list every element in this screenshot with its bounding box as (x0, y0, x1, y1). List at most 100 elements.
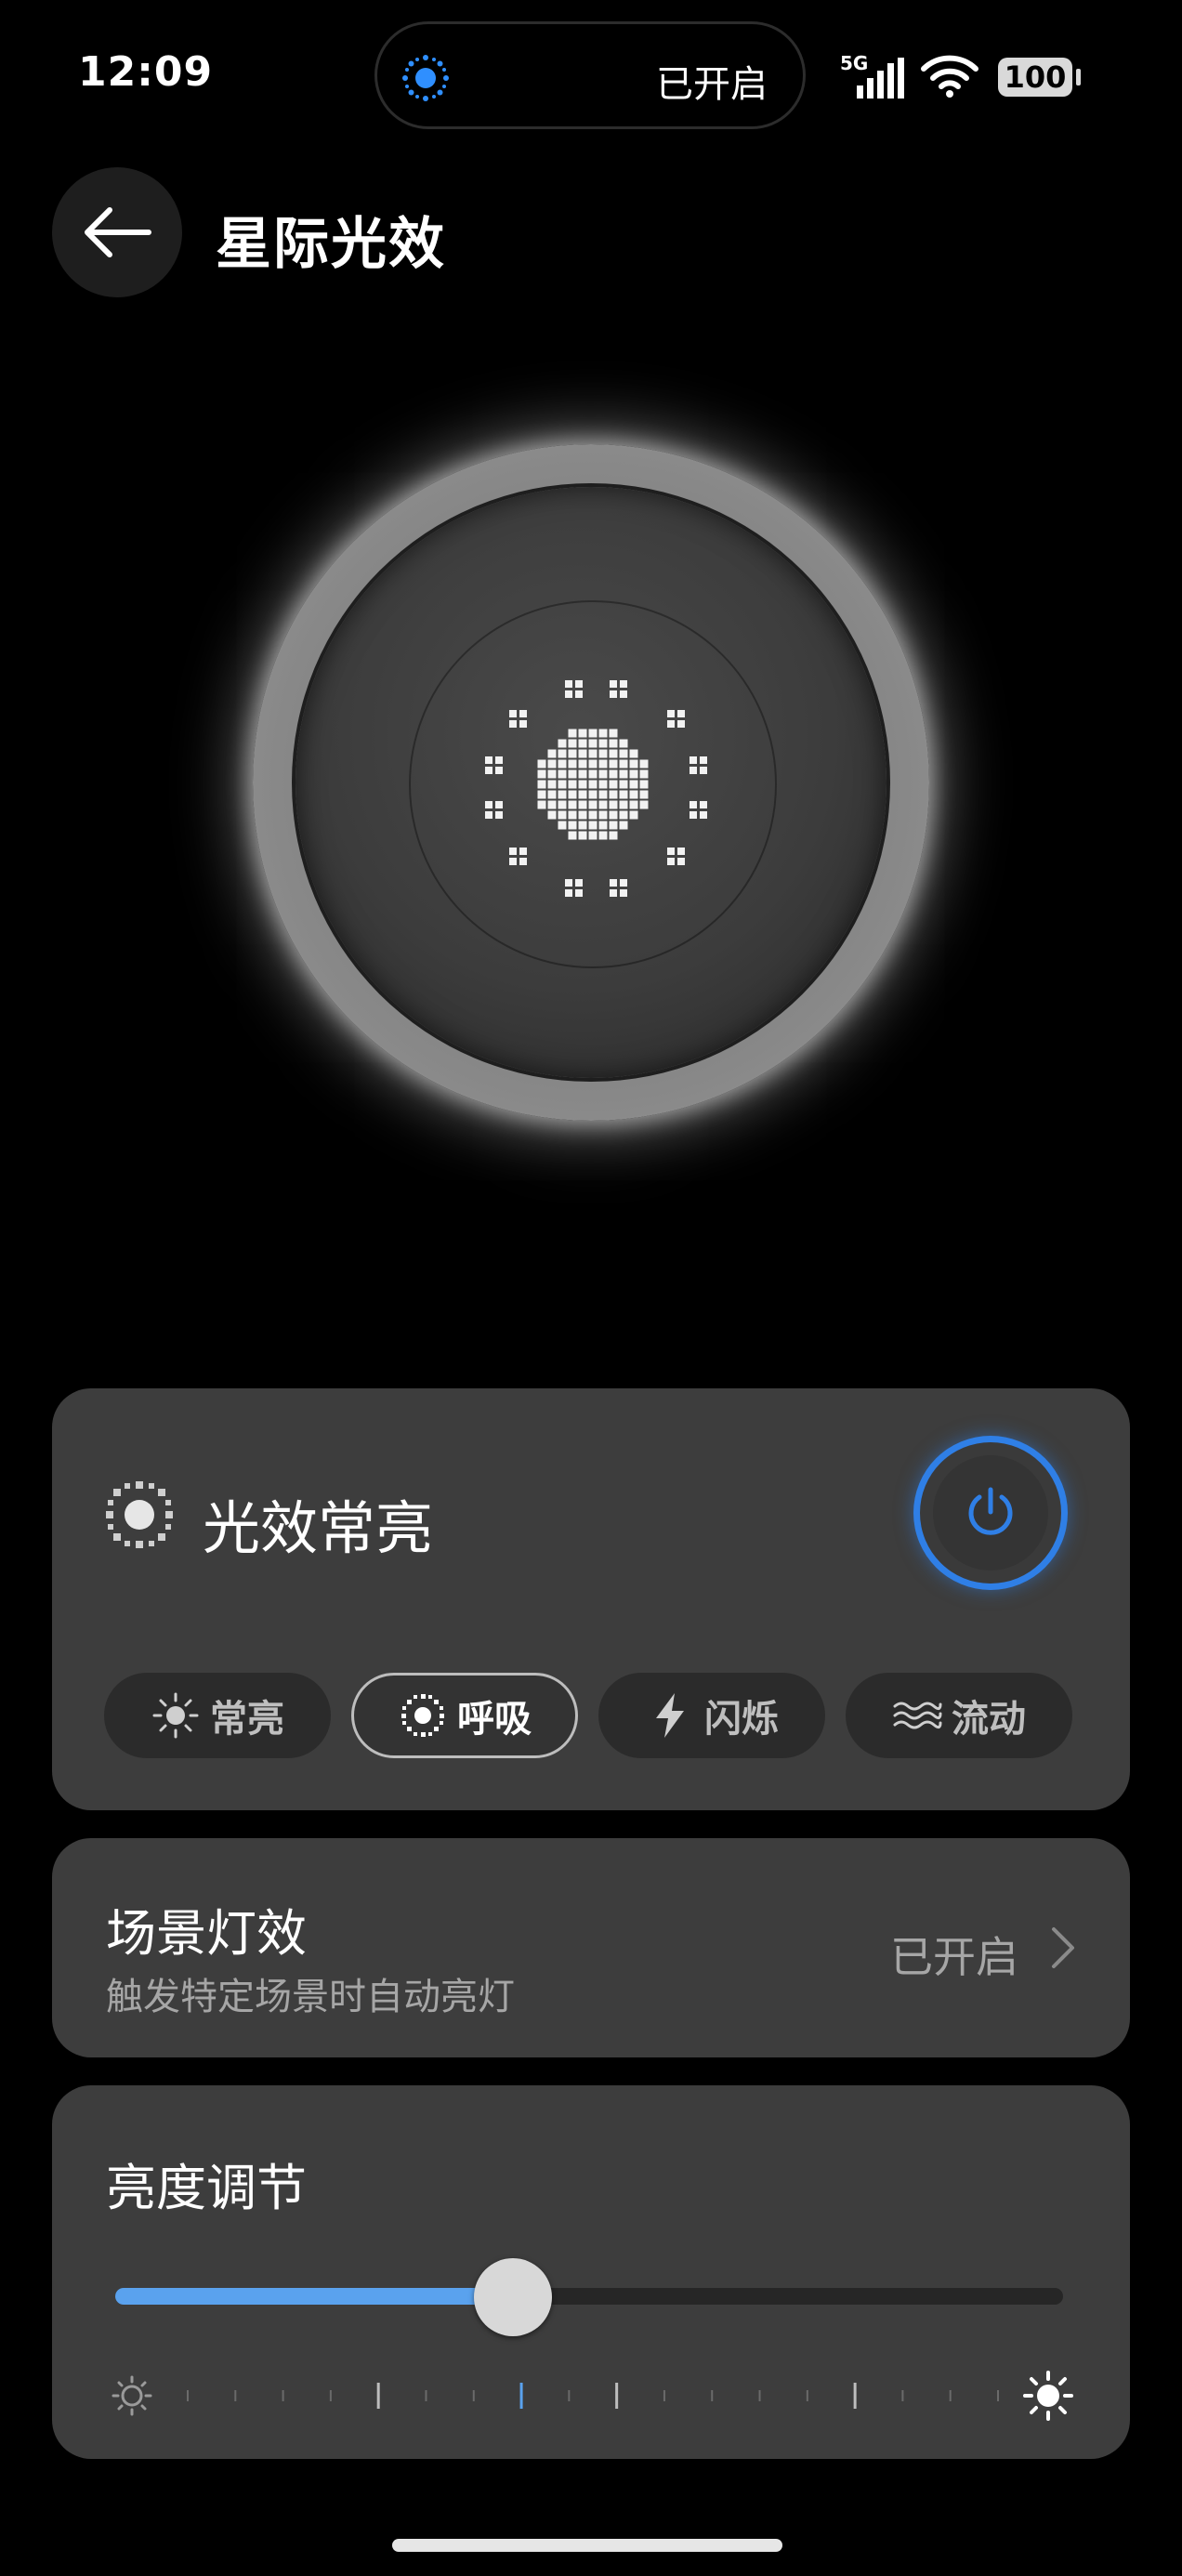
led-dot (495, 801, 503, 808)
mode-label: 呼吸 (457, 1698, 532, 1741)
led-dot (619, 739, 628, 748)
signal-icon (857, 58, 904, 99)
home-indicator[interactable] (392, 2539, 782, 2552)
led-dot (558, 749, 567, 758)
led-dot (547, 759, 557, 769)
scene-status: 已开启 (890, 1932, 1018, 1982)
breathing-light-icon (106, 1481, 173, 1548)
led-dot (519, 710, 527, 717)
led-dot (558, 739, 567, 748)
led-dot (609, 739, 618, 748)
led-dot (700, 767, 707, 774)
sun-icon (152, 1692, 199, 1739)
led-dot (609, 831, 618, 840)
arrow-left-icon (85, 207, 151, 257)
back-button[interactable] (52, 167, 182, 297)
led-dot (588, 729, 598, 738)
brightness-scale (112, 2371, 1073, 2421)
led-dot (568, 800, 577, 809)
led-dot (588, 739, 598, 748)
led-dot (620, 690, 627, 698)
mode-flow[interactable]: 流动 (846, 1673, 1072, 1758)
led-dot (639, 769, 649, 779)
brightness-high-icon (1023, 2371, 1073, 2421)
led-dot (629, 810, 638, 820)
led-dot (568, 780, 577, 789)
brightness-card: 亮度调节 (52, 2085, 1130, 2459)
led-dot (519, 858, 527, 865)
led-dot (619, 800, 628, 809)
led-dot (509, 858, 517, 865)
scene-title: 场景灯效 (106, 1904, 307, 1963)
led-dot (619, 749, 628, 758)
led-dot (620, 889, 627, 897)
led-dot (558, 769, 567, 779)
led-dot (495, 811, 503, 819)
light-effect-icon (402, 55, 449, 101)
led-dot (598, 821, 608, 830)
led-dot (568, 810, 577, 820)
mode-flash[interactable]: 闪烁 (598, 1673, 825, 1758)
power-button-face (933, 1455, 1048, 1571)
led-dot (547, 790, 557, 799)
led-dot (509, 720, 517, 728)
led-dot (677, 858, 685, 865)
led-dot (565, 889, 572, 897)
led-dot (568, 759, 577, 769)
led-dot (565, 690, 572, 698)
led-pattern (485, 680, 707, 897)
led-dot (619, 821, 628, 830)
led-dot (690, 767, 697, 774)
mode-selector: 常亮 呼吸 闪烁 流动 (104, 1673, 1089, 1758)
led-dot (509, 710, 517, 717)
led-dot (568, 821, 577, 830)
led-dot (609, 810, 618, 820)
brightness-slider-track[interactable] (115, 2288, 1063, 2305)
led-dot (485, 767, 492, 774)
led-dot (537, 759, 546, 769)
led-dot (578, 780, 587, 789)
led-dot (639, 780, 649, 789)
led-dot (639, 800, 649, 809)
wave-icon (893, 1702, 942, 1729)
led-dot (558, 821, 567, 830)
led-dot (537, 769, 546, 779)
led-dot (629, 759, 638, 769)
brightness-slider-fill (115, 2288, 514, 2305)
led-dot (610, 690, 617, 698)
led-dot (537, 790, 546, 799)
scene-light-card[interactable]: 场景灯效 触发特定场景时自动亮灯 已开启 (52, 1838, 1130, 2057)
led-dot (610, 889, 617, 897)
led-dot (575, 690, 583, 698)
led-dot (598, 800, 608, 809)
led-dot (588, 800, 598, 809)
led-dot (588, 759, 598, 769)
led-dot (568, 831, 577, 840)
light-device-preview (253, 444, 929, 1121)
scene-subtitle: 触发特定场景时自动亮灯 (106, 1976, 515, 2018)
led-dot (609, 759, 618, 769)
led-dot (578, 810, 587, 820)
led-dot (609, 749, 618, 758)
led-dot (700, 811, 707, 819)
led-dot (629, 790, 638, 799)
led-dot (690, 801, 697, 808)
effect-title: 光效常亮 (203, 1494, 434, 1562)
led-dot (629, 780, 638, 789)
led-dot (558, 810, 567, 820)
power-toggle-button[interactable] (920, 1442, 1061, 1584)
led-dot (610, 879, 617, 887)
led-dot (485, 756, 492, 764)
led-dot (667, 848, 675, 855)
brightness-title: 亮度调节 (106, 2159, 307, 2217)
led-dot (639, 759, 649, 769)
wifi-icon (921, 55, 978, 98)
led-dot (578, 800, 587, 809)
led-dot (629, 800, 638, 809)
led-dot (609, 729, 618, 738)
led-dot (619, 769, 628, 779)
brightness-slider-thumb[interactable] (474, 2258, 553, 2336)
mode-steady[interactable]: 常亮 (104, 1673, 331, 1758)
mode-breathing[interactable]: 呼吸 (351, 1673, 578, 1758)
led-dot (565, 879, 572, 887)
